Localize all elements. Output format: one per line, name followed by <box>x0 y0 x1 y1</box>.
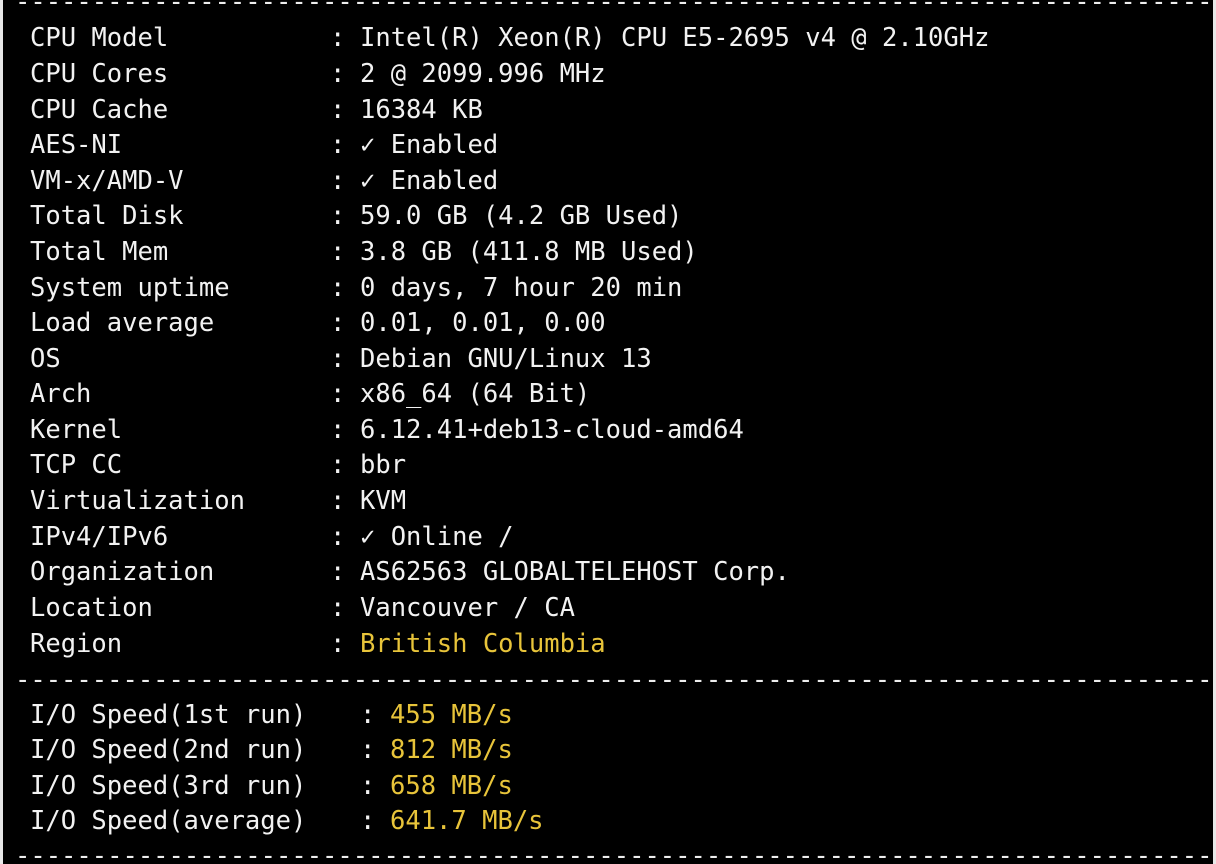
row-label: IPv4/IPv6 <box>30 522 169 552</box>
row-label: Virtualization <box>30 486 245 516</box>
io-label: I/O Speed(2nd run) <box>30 735 307 765</box>
sysinfo-row-tcp-cc: TCP CC: bbr <box>30 447 406 483</box>
row-colon: : <box>330 166 346 196</box>
row-colon: : <box>330 379 346 409</box>
row-value: Intel(R) Xeon(R) CPU E5-2695 v4 @ 2.10GH… <box>360 23 990 53</box>
row-colon: : <box>330 59 346 89</box>
row-label: Total Disk <box>30 201 184 231</box>
sysinfo-row-aes-ni: AES-NI: ✓ Enabled <box>30 127 498 163</box>
row-label: OS <box>30 344 61 374</box>
row-value: 0 days, 7 hour 20 min <box>360 273 683 303</box>
row-value: x86_64 (64 Bit) <box>360 379 591 409</box>
row-value: ✓ Enabled <box>360 130 499 160</box>
row-colon: : <box>330 237 346 267</box>
io-label: I/O Speed(3rd run) <box>30 771 307 801</box>
row-label: Kernel <box>30 415 123 445</box>
row-label: VM-x/AMD-V <box>30 166 184 196</box>
sysinfo-row-kernel: Kernel:6.12.41+deb13-cloud-amd64 <box>30 412 744 448</box>
row-colon: : <box>330 450 346 480</box>
row-label: Region <box>30 629 123 659</box>
sysinfo-row-total-disk: Total Disk:59.0 GB (4.2 GB Used) <box>30 198 682 234</box>
row-value: 3.8 GB (411.8 MB Used) <box>360 237 698 267</box>
row-colon: : <box>330 557 346 587</box>
row-colon: : <box>330 593 346 623</box>
row-value: Debian GNU/Linux 13 <box>360 344 652 374</box>
row-colon: : <box>330 130 346 160</box>
sysinfo-row-cpu-cores: CPU Cores:2 @ 2099.996 MHz <box>30 56 606 92</box>
row-colon: : <box>330 308 346 338</box>
row-value: bbr <box>360 450 407 480</box>
row-label: TCP CC <box>30 450 123 480</box>
row-colon: : <box>330 415 346 445</box>
io-value: 658 MB/s <box>390 771 513 801</box>
sysinfo-row-uptime: System uptime:0 days, 7 hour 20 min <box>30 270 682 306</box>
row-value: 0.01, 0.01, 0.00 <box>360 308 606 338</box>
sysinfo-row-arch: Arch: x86_64 (64 Bit) <box>30 376 590 412</box>
row-value: ✓ Enabled <box>360 166 499 196</box>
sysinfo-row-location: Location: Vancouver / CA <box>30 590 575 626</box>
io-colon: : <box>360 735 376 765</box>
row-value: 2 @ 2099.996 MHz <box>360 59 606 89</box>
sysinfo-row-virtualization: Virtualization: KVM <box>30 483 406 519</box>
row-colon: : <box>330 95 346 125</box>
row-label: CPU Cache <box>30 95 169 125</box>
sysinfo-row-organization: Organization: AS62563 GLOBALTELEHOST Corp… <box>30 554 790 590</box>
io-colon: : <box>360 806 376 836</box>
io-colon: : <box>360 771 376 801</box>
row-label: Arch <box>30 379 92 409</box>
row-label: System uptime <box>30 273 230 303</box>
io-label: I/O Speed(average) <box>30 806 307 836</box>
row-value: AS62563 GLOBALTELEHOST Corp. <box>360 557 790 587</box>
row-colon: : <box>330 629 346 659</box>
row-label: Load average <box>30 308 215 338</box>
row-label: CPU Cores <box>30 59 169 89</box>
sysinfo-row-cpu-cache: CPU Cache:16384 KB <box>30 92 483 128</box>
row-value: ✓ Online / <box>360 522 514 552</box>
row-label: Organization <box>30 557 215 587</box>
io-value: 455 MB/s <box>390 700 513 730</box>
row-colon: : <box>330 486 346 516</box>
separator-middle: ----------------------------------------… <box>15 670 1216 690</box>
io-colon: : <box>360 700 376 730</box>
row-colon: : <box>330 23 346 53</box>
sysinfo-row-vmx: VM-x/AMD-V: ✓ Enabled <box>30 163 498 199</box>
sysinfo-row-cpu-model: CPU Model: Intel(R) Xeon(R) CPU E5-2695 v… <box>30 20 989 56</box>
sysinfo-row-region: Region: British Columbia <box>30 626 606 662</box>
row-value: 6.12.41+deb13-cloud-amd64 <box>360 415 744 445</box>
io-row-average: I/O Speed(average):641.7 MB/s <box>30 803 544 839</box>
io-row-2nd-run: I/O Speed(2nd run):812 MB/s <box>30 732 513 768</box>
io-row-3rd-run: I/O Speed(3rd run):658 MB/s <box>30 768 513 804</box>
row-colon: : <box>330 201 346 231</box>
row-label: Total Mem <box>30 237 169 267</box>
row-value: 59.0 GB (4.2 GB Used) <box>360 201 683 231</box>
separator-top: ----------------------------------------… <box>15 0 1213 12</box>
terminal-window: ----------------------------------------… <box>0 0 1216 864</box>
row-label: AES-NI <box>30 130 123 160</box>
separator-bottom: ----------------------------------------… <box>15 846 1216 864</box>
io-value: 641.7 MB/s <box>390 806 544 836</box>
row-value: Vancouver / CA <box>360 593 575 623</box>
io-row-1st-run: I/O Speed(1st run):455 MB/s <box>30 697 513 733</box>
sysinfo-row-total-mem: Total Mem:3.8 GB (411.8 MB Used) <box>30 234 698 270</box>
row-colon: : <box>330 522 346 552</box>
row-colon: : <box>330 273 346 303</box>
sysinfo-row-ip: IPv4/IPv6: ✓ Online / <box>30 519 514 555</box>
row-value: KVM <box>360 486 407 516</box>
sysinfo-row-load-average: Load average:0.01, 0.01, 0.00 <box>30 305 606 341</box>
row-value: 16384 KB <box>360 95 483 125</box>
row-value-highlight: British Columbia <box>360 629 606 659</box>
row-colon: : <box>330 344 346 374</box>
row-label: CPU Model <box>30 23 169 53</box>
row-label: Location <box>30 593 153 623</box>
io-value: 812 MB/s <box>390 735 513 765</box>
io-label: I/O Speed(1st run) <box>30 700 307 730</box>
sysinfo-row-os: OS: Debian GNU/Linux 13 <box>30 341 652 377</box>
